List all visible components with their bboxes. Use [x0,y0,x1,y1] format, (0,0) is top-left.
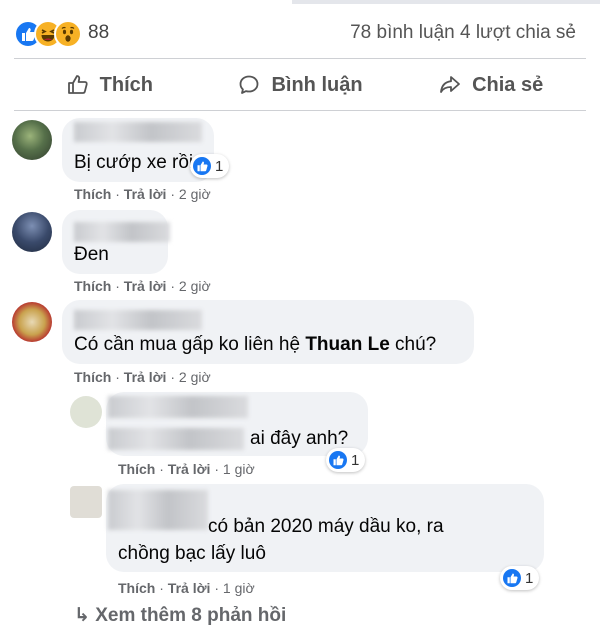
commenter-name-blurred[interactable] [74,222,170,242]
reaction-count: 1 [525,569,534,587]
commenter-name-blurred[interactable] [74,122,202,142]
reaction-badge[interactable]: 1 [326,448,366,472]
view-more-replies-link[interactable]: ↳ Xem thêm 8 phản hồi [74,604,286,627]
blurred-text [108,428,244,450]
reaction-badge[interactable]: 1 [500,566,540,590]
like-link[interactable]: Thích [118,580,155,596]
commenter-name-blurred[interactable] [74,310,202,330]
reply-link[interactable]: Trả lời [124,278,167,294]
like-icon [503,569,521,587]
avatar[interactable] [70,486,102,518]
share-label: Chia sẻ [472,73,544,96]
thumbs-up-icon [67,75,88,94]
reply-text-line-1: có bản 2020 máy dầu ko, ra [208,516,444,537]
like-link[interactable]: Thích [74,186,111,202]
comment-text: Có cần mua gấp ko liên hệ Thuan Le chú? [74,334,437,355]
comment-button[interactable]: Bình luận [205,64,396,106]
avatar[interactable] [12,212,52,252]
comments-shares-count[interactable]: 78 bình luận 4 lượt chia sẻ [350,22,576,44]
top-edge [0,0,600,4]
commenter-name-blurred[interactable] [108,396,248,418]
divider-top [14,58,586,59]
like-icon [193,157,211,175]
action-bar: Thích Bình luận Chia sẻ [14,64,586,106]
comment-meta: Thích · Trả lời · 2 giờ [74,369,211,385]
reaction-count: 1 [215,157,224,175]
like-link[interactable]: Thích [74,278,111,294]
reply-link[interactable]: Trả lời [124,369,167,385]
reaction-count: 1 [351,451,360,469]
wow-icon [54,20,82,48]
reply-link[interactable]: Trả lời [168,461,211,477]
reaction-badge[interactable]: 1 [190,154,230,178]
commenter-name-blurred[interactable] [108,490,208,530]
comment-text: Bị cướp xe rồi [74,152,194,173]
timestamp[interactable]: 1 giờ [223,580,255,596]
reaction-count[interactable]: 88 [88,22,109,44]
avatar[interactable] [70,396,102,428]
comment-meta: Thích · Trả lời · 2 giờ [74,186,211,202]
like-link[interactable]: Thích [74,369,111,385]
comment-label: Bình luận [271,73,363,96]
like-icon [329,451,347,469]
speech-bubble-icon [240,75,259,94]
divider-bottom [14,110,586,111]
reply-link[interactable]: Trả lời [168,580,211,596]
share-arrow-icon [440,76,460,93]
timestamp[interactable]: 1 giờ [223,461,255,477]
timestamp[interactable]: 2 giờ [179,278,211,294]
like-label: Thích [99,73,153,96]
reply-meta: Thích · Trả lời · 1 giờ [118,461,255,477]
reply-link[interactable]: Trả lời [124,186,167,202]
reaction-summary: 88 78 bình luận 4 lượt chia sẻ [14,18,576,48]
avatar[interactable] [12,120,52,160]
avatar[interactable] [12,302,52,342]
share-button[interactable]: Chia sẻ [395,64,586,106]
reply-text-line-2: chồng bạc lấy luô [118,543,266,564]
reply-meta: Thích · Trả lời · 1 giờ [118,580,255,596]
reply-text: ai đây anh? [250,428,349,449]
timestamp[interactable]: 2 giờ [179,186,211,202]
mention-link[interactable]: Thuan Le [305,334,389,355]
like-link[interactable]: Thích [118,461,155,477]
timestamp[interactable]: 2 giờ [179,369,211,385]
comment-meta: Thích · Trả lời · 2 giờ [74,278,211,294]
like-button[interactable]: Thích [14,64,205,106]
comment-text: Đen [74,244,109,265]
